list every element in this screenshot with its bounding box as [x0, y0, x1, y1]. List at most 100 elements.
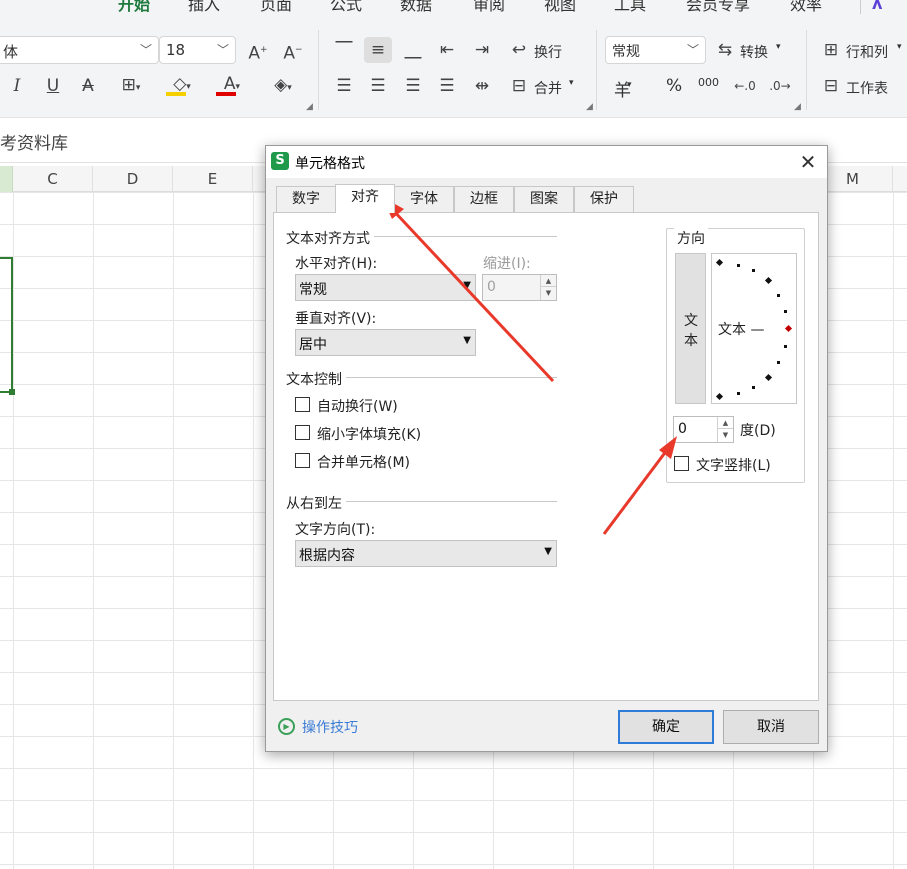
ai-logo-icon[interactable]: ʌ — [872, 0, 882, 13]
dropdown-arrow-icon[interactable]: ▼ — [544, 546, 552, 557]
number-format-combo[interactable]: 常规 ﹀ — [605, 36, 706, 64]
number-dialog-launcher-icon[interactable]: ◢ — [794, 102, 801, 112]
rows-columns-icon[interactable]: ⊞ — [820, 40, 842, 60]
menu-tab-member[interactable]: 会员专享 — [686, 0, 750, 15]
increase-font-icon[interactable]: A+ — [247, 40, 269, 64]
convert-icon[interactable]: ⇆ — [714, 40, 736, 60]
increase-indent-icon[interactable]: ⇥ — [471, 40, 493, 60]
selected-column-header[interactable] — [0, 166, 13, 192]
chevron-down-icon[interactable]: ▾ — [627, 80, 632, 90]
menu-tab-review[interactable]: 审阅 — [473, 0, 505, 15]
vertical-align-select[interactable]: 居中 ▼ — [295, 329, 476, 356]
align-right-icon[interactable]: ☰ — [402, 76, 424, 96]
wrap-text-button[interactable]: 换行 — [534, 42, 562, 62]
align-dialog-launcher-icon[interactable]: ◢ — [586, 102, 593, 112]
worksheet-button[interactable]: 工作表 — [846, 78, 888, 98]
align-left-icon[interactable]: ☰ — [333, 76, 355, 96]
spin-down-icon[interactable]: ▼ — [541, 287, 556, 299]
tab-font[interactable]: 字体 — [394, 186, 454, 212]
spin-up-icon[interactable]: ▲ — [541, 275, 556, 287]
wrap-text-label[interactable]: 自动换行(W) — [317, 396, 398, 416]
play-circle-icon[interactable]: ▶ — [278, 718, 295, 735]
percent-button[interactable]: % — [666, 76, 682, 96]
degrees-stepper[interactable]: 0 ▲ ▼ — [673, 416, 734, 443]
shrink-to-fit-label[interactable]: 缩小字体填充(K) — [317, 424, 421, 444]
merge-cells-label[interactable]: 合并单元格(M) — [317, 452, 410, 472]
align-middle-icon[interactable]: ≡ — [364, 37, 392, 63]
column-header-d[interactable]: D — [93, 166, 173, 192]
operation-tips-link[interactable]: 操作技巧 — [302, 717, 358, 737]
underline-icon[interactable]: U — [44, 76, 62, 96]
chevron-down-icon[interactable]: ﹀ — [217, 41, 229, 58]
decrease-font-icon[interactable]: A− — [282, 40, 304, 64]
merge-cells-checkbox[interactable] — [295, 453, 310, 468]
fill-handle[interactable] — [9, 389, 15, 395]
border-icon[interactable]: ⊞▾ — [114, 75, 148, 98]
dial-marker — [715, 258, 724, 267]
text-direction-select[interactable]: 根据内容 ▼ — [295, 540, 557, 567]
tab-number[interactable]: 数字 — [276, 186, 336, 212]
distribute-icon[interactable]: ⇹ — [471, 76, 493, 96]
convert-button[interactable]: 转换 — [740, 42, 768, 62]
menu-tab-efficiency[interactable]: 效率 — [790, 0, 822, 15]
align-bottom-icon[interactable]: ⎽ — [402, 40, 424, 60]
tab-pattern[interactable]: 图案 — [514, 186, 574, 212]
formula-content[interactable]: 考资料库 — [0, 129, 68, 154]
align-top-icon[interactable]: ⎺ — [333, 40, 355, 60]
dropdown-arrow-icon[interactable]: ▼ — [463, 335, 471, 346]
font-size-combo[interactable]: 18 ﹀ — [159, 36, 236, 64]
wrap-text-checkbox[interactable] — [295, 397, 310, 412]
tab-alignment[interactable]: 对齐 — [335, 184, 395, 213]
font-name-combo[interactable]: 体 ﹀ — [0, 36, 159, 64]
chevron-down-icon[interactable]: ▾ — [897, 42, 902, 52]
vertical-align-label: 垂直对齐(V): — [295, 311, 377, 327]
cancel-button[interactable]: 取消 — [723, 710, 819, 744]
menu-tab-home[interactable]: 开始 — [118, 0, 150, 15]
vertical-text-label[interactable]: 文字竖排(L) — [696, 455, 771, 475]
font-dialog-launcher-icon[interactable]: ◢ — [306, 102, 313, 112]
column-header-c[interactable]: C — [13, 166, 93, 192]
orientation-dial[interactable]: 文本 — — [711, 253, 797, 404]
increase-decimal-icon[interactable]: ←.0 — [733, 76, 757, 96]
justify-icon[interactable]: ☰ — [436, 76, 458, 96]
menu-tab-tools[interactable]: 工具 — [614, 0, 646, 15]
degrees-value[interactable]: 0 — [678, 421, 687, 437]
horizontal-align-select[interactable]: 常规 ▼ — [295, 274, 476, 301]
merge-button[interactable]: 合并 — [534, 78, 562, 98]
menu-tab-insert[interactable]: 插入 — [188, 0, 220, 15]
selected-cell-range[interactable] — [0, 257, 13, 393]
menu-tab-view[interactable]: 视图 — [544, 0, 576, 15]
close-icon[interactable]: ✕ — [796, 150, 820, 174]
merge-cells-icon[interactable]: ⊟ — [508, 76, 530, 96]
chevron-down-icon[interactable]: ▾ — [776, 42, 781, 52]
thousands-button[interactable]: 000 — [698, 76, 719, 89]
vertical-text-button[interactable]: 文 本 — [675, 253, 706, 404]
italic-icon[interactable]: I — [8, 76, 26, 96]
dialog-titlebar[interactable]: S 单元格格式 ✕ — [266, 146, 827, 178]
menu-tab-formula[interactable]: 公式 — [330, 0, 362, 15]
decrease-decimal-icon[interactable]: .0→ — [768, 76, 792, 96]
chevron-down-icon[interactable]: ﹀ — [140, 41, 152, 58]
ok-button[interactable]: 确定 — [618, 710, 714, 744]
spin-down-icon[interactable]: ▼ — [718, 429, 733, 441]
spin-up-icon[interactable]: ▲ — [718, 417, 733, 429]
menu-tab-data[interactable]: 数据 — [400, 0, 432, 15]
eraser-icon[interactable]: ◈▾ — [264, 75, 302, 98]
column-header-e[interactable]: E — [173, 166, 253, 192]
chevron-down-icon[interactable]: ▾ — [569, 78, 574, 88]
dial-handle[interactable] — [784, 324, 793, 333]
rows-columns-button[interactable]: 行和列 — [846, 42, 888, 62]
shrink-to-fit-checkbox[interactable] — [295, 425, 310, 440]
chevron-down-icon[interactable]: ﹀ — [687, 41, 699, 58]
vertical-text-checkbox[interactable] — [674, 456, 689, 471]
dropdown-arrow-icon[interactable]: ▼ — [463, 280, 471, 291]
worksheet-icon[interactable]: ⊟ — [820, 76, 842, 96]
indent-stepper[interactable]: 0 ▲ ▼ — [482, 274, 557, 301]
decrease-indent-icon[interactable]: ⇤ — [436, 40, 458, 60]
tab-protection[interactable]: 保护 — [574, 186, 634, 212]
tab-border[interactable]: 边框 — [454, 186, 514, 212]
menu-tab-page[interactable]: 页面 — [260, 0, 292, 15]
strikethrough-icon[interactable]: A — [79, 76, 97, 96]
align-center-icon[interactable]: ☰ — [367, 76, 389, 96]
wrap-text-icon[interactable]: ↩ — [508, 40, 530, 60]
